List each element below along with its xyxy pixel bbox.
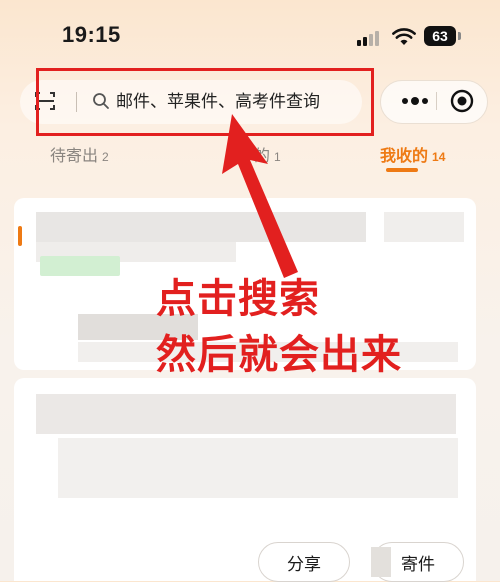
battery-nub [458,32,461,40]
pixelated-content [36,212,366,242]
status-time: 19:15 [62,22,121,47]
pixelated-content [36,394,456,434]
pixelated-content [58,438,458,498]
send-button[interactable]: 寄件 [371,542,464,582]
tab-to-send[interactable]: 待寄出 2 [50,142,109,166]
more-icon[interactable] [398,91,432,111]
card-accent-marker [18,226,22,246]
wifi-icon [392,28,416,45]
status-bar: 19:15 63 [0,0,500,70]
send-button-label: 寄件 [401,554,435,574]
tab-received-label: 我收的 [380,148,429,165]
annotation-text-line2: 然后就会出来 [156,333,402,377]
tab-to-send-count: 2 [102,150,109,164]
tab-sent-count: 1 [274,150,281,164]
annotation-highlight-box [36,68,374,136]
annotation-text-line1: 点击搜索 [156,277,320,321]
tab-received-count: 14 [432,150,446,164]
share-button[interactable]: 分享 [258,542,350,582]
tab-active-indicator [386,168,418,172]
capsule-divider [436,92,437,110]
tab-sent-label: 的 [254,148,271,165]
signal-icon [357,30,383,46]
tab-bar: 待寄出 2 的1 我收的 14 [0,138,500,174]
tab-to-send-label: 待寄出 [50,148,99,165]
tab-sent[interactable]: 的1 [254,142,281,166]
status-tag [40,256,120,276]
battery-level: 63 [424,26,456,46]
pixelated-content [371,547,391,577]
close-mini-icon[interactable] [450,89,474,113]
pixelated-content [384,212,464,242]
tab-received[interactable]: 我收的 14 [380,142,445,166]
